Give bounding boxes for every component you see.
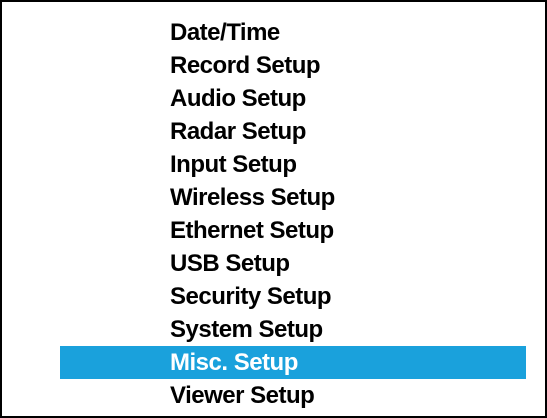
menu-item-security-setup[interactable]: Security Setup	[2, 280, 545, 313]
menu-item-label: Audio Setup	[170, 85, 306, 112]
menu-item-misc-setup-selected[interactable]: Misc. Setup	[2, 346, 545, 379]
menu-item-system-setup[interactable]: System Setup	[2, 313, 545, 346]
menu-item-usb-setup[interactable]: USB Setup	[2, 247, 545, 280]
menu-item-label: Radar Setup	[170, 118, 306, 145]
menu-item-ethernet-setup[interactable]: Ethernet Setup	[2, 214, 545, 247]
setup-menu-list: Date/Time Record Setup Audio Setup Radar…	[2, 16, 545, 412]
menu-item-label: Viewer Setup	[170, 382, 315, 409]
menu-item-date-time[interactable]: Date/Time	[2, 16, 545, 49]
menu-item-label: Ethernet Setup	[170, 217, 334, 244]
menu-item-radar-setup[interactable]: Radar Setup	[2, 115, 545, 148]
menu-item-viewer-setup[interactable]: Viewer Setup	[2, 379, 545, 412]
setup-menu-panel: Date/Time Record Setup Audio Setup Radar…	[0, 0, 547, 418]
menu-item-label: System Setup	[170, 316, 323, 343]
menu-item-label: Date/Time	[170, 19, 280, 46]
menu-item-label: Input Setup	[170, 151, 297, 178]
menu-item-wireless-setup[interactable]: Wireless Setup	[2, 181, 545, 214]
menu-item-label: Record Setup	[170, 52, 321, 79]
menu-item-label: Security Setup	[170, 283, 332, 310]
menu-item-label: Wireless Setup	[170, 184, 335, 211]
menu-item-label: USB Setup	[170, 250, 290, 277]
menu-item-record-setup[interactable]: Record Setup	[2, 49, 545, 82]
menu-item-audio-setup[interactable]: Audio Setup	[2, 82, 545, 115]
menu-item-label: Misc. Setup	[170, 349, 298, 376]
menu-item-input-setup[interactable]: Input Setup	[2, 148, 545, 181]
